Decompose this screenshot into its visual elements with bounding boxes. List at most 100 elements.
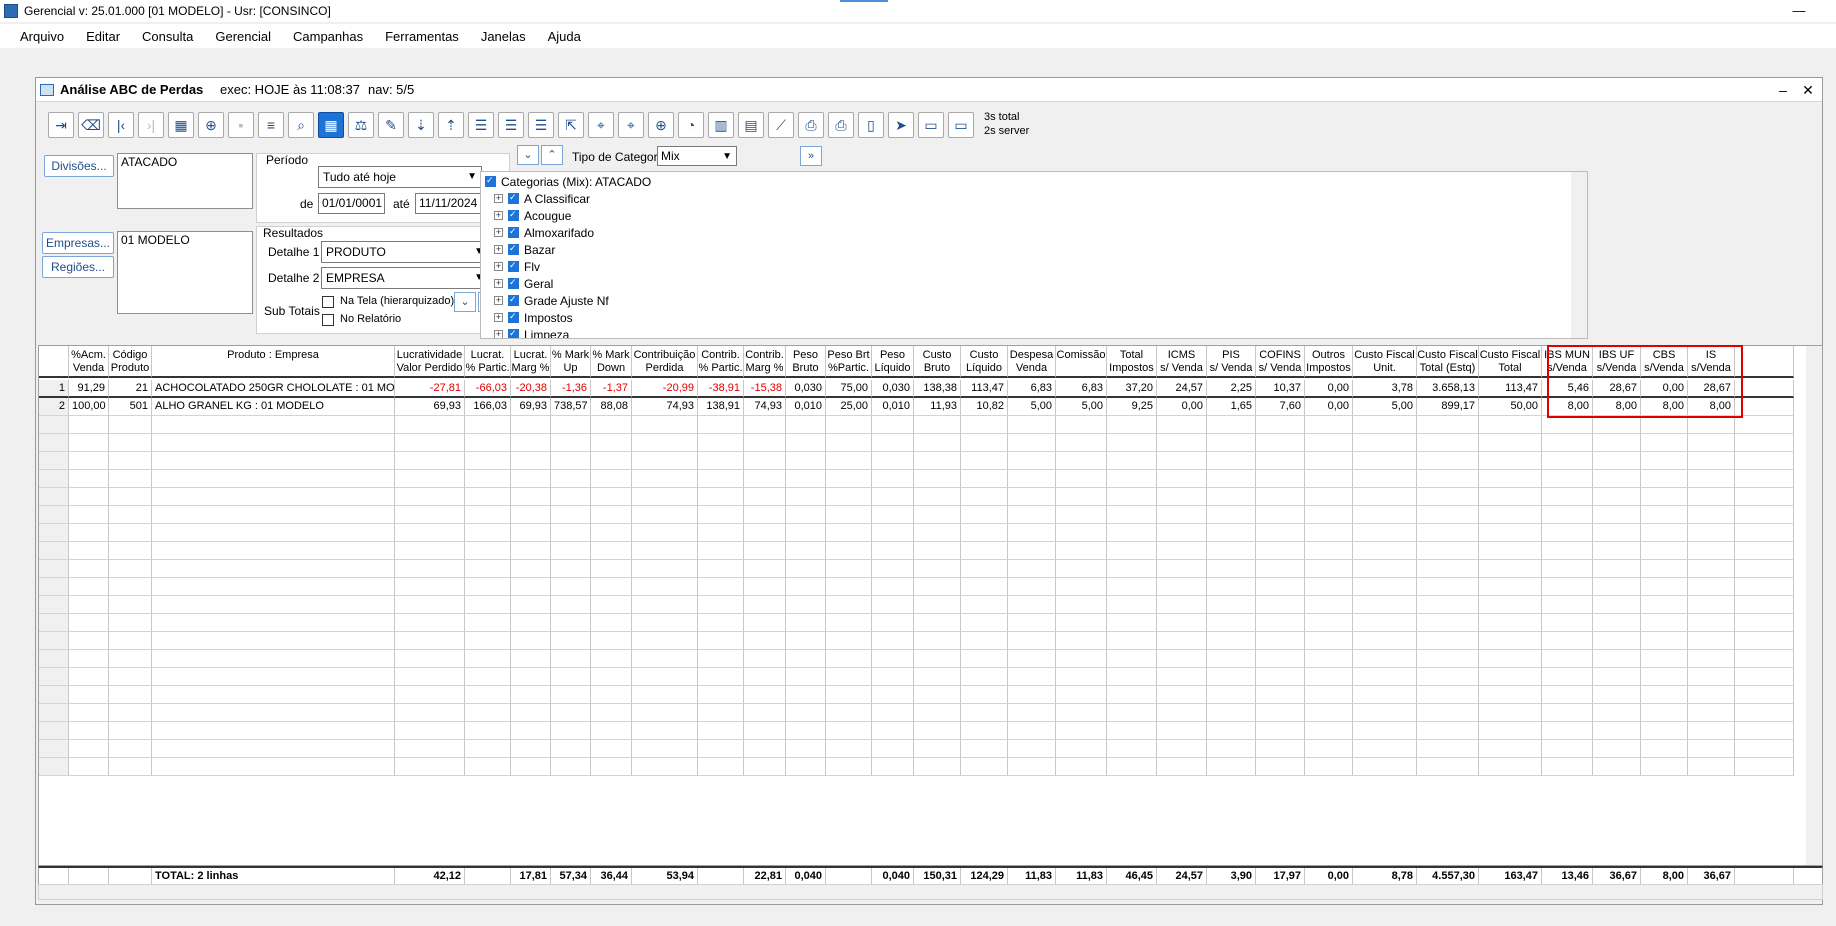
empty-cell[interactable] xyxy=(152,506,395,524)
empty-cell[interactable] xyxy=(1417,542,1479,560)
empty-cell[interactable] xyxy=(1305,524,1353,542)
empty-cell[interactable] xyxy=(632,596,698,614)
empty-cell[interactable] xyxy=(1417,416,1479,434)
empty-cell[interactable] xyxy=(872,740,914,758)
empty-cell[interactable] xyxy=(1305,488,1353,506)
empty-cell[interactable] xyxy=(826,758,872,776)
empty-cell[interactable] xyxy=(632,722,698,740)
table-cell[interactable]: 69,93 xyxy=(395,398,465,416)
empty-cell[interactable] xyxy=(1735,704,1794,722)
empty-cell[interactable] xyxy=(1008,668,1056,686)
empty-cell[interactable] xyxy=(698,470,744,488)
empty-cell[interactable] xyxy=(1256,416,1305,434)
empty-cell[interactable] xyxy=(632,560,698,578)
empty-cell[interactable] xyxy=(1256,650,1305,668)
hbar-chart-icon[interactable]: ▤ xyxy=(738,112,764,138)
empty-cell[interactable] xyxy=(395,668,465,686)
empty-cell[interactable] xyxy=(961,452,1008,470)
empty-cell[interactable] xyxy=(511,596,551,614)
empty-cell[interactable] xyxy=(1593,650,1641,668)
empty-cell[interactable] xyxy=(1593,452,1641,470)
empty-cell[interactable] xyxy=(826,722,872,740)
empty-cell[interactable] xyxy=(511,416,551,434)
empty-cell[interactable] xyxy=(1593,542,1641,560)
search-icon[interactable]: ⌕ xyxy=(288,112,314,138)
empty-cell[interactable] xyxy=(1641,650,1688,668)
empty-cell[interactable] xyxy=(1479,560,1542,578)
table-cell[interactable]: 69,93 xyxy=(511,398,551,416)
empty-cell[interactable] xyxy=(109,506,152,524)
empty-cell[interactable] xyxy=(826,434,872,452)
empty-cell[interactable] xyxy=(826,668,872,686)
checkbox-checked-icon[interactable] xyxy=(485,175,496,187)
empty-cell[interactable] xyxy=(1256,452,1305,470)
column-header[interactable]: COFINS s/ Venda xyxy=(1256,346,1305,378)
empty-cell[interactable] xyxy=(1056,452,1107,470)
empty-cell[interactable] xyxy=(872,668,914,686)
empty-cell[interactable] xyxy=(744,614,786,632)
empty-cell[interactable] xyxy=(39,542,69,560)
empty-cell[interactable] xyxy=(1107,542,1157,560)
empty-cell[interactable] xyxy=(69,560,109,578)
column-header[interactable]: % Mark Down xyxy=(591,346,632,378)
empty-cell[interactable] xyxy=(591,686,632,704)
empty-cell[interactable] xyxy=(395,506,465,524)
empty-cell[interactable] xyxy=(961,650,1008,668)
table-cell[interactable]: 3,78 xyxy=(1353,380,1417,398)
empty-cell[interactable] xyxy=(961,686,1008,704)
empty-cell[interactable] xyxy=(786,416,826,434)
empty-cell[interactable] xyxy=(786,452,826,470)
empty-cell[interactable] xyxy=(511,452,551,470)
empty-cell[interactable] xyxy=(826,560,872,578)
empty-cell[interactable] xyxy=(109,470,152,488)
empty-cell[interactable] xyxy=(872,722,914,740)
tree-item[interactable]: + A Classificar xyxy=(494,190,590,207)
empresas-button[interactable]: Empresas... xyxy=(42,232,114,254)
empty-cell[interactable] xyxy=(395,434,465,452)
empty-cell[interactable] xyxy=(1305,434,1353,452)
empty-cell[interactable] xyxy=(1107,722,1157,740)
column-header[interactable]: Peso Líquido xyxy=(872,346,914,378)
checkbox-checked-icon[interactable] xyxy=(508,311,519,323)
empty-cell[interactable] xyxy=(1593,632,1641,650)
empty-cell[interactable] xyxy=(1207,488,1256,506)
list2-icon[interactable]: ☰ xyxy=(498,112,524,138)
empty-cell[interactable] xyxy=(511,740,551,758)
empty-cell[interactable] xyxy=(1256,758,1305,776)
empty-cell[interactable] xyxy=(1305,704,1353,722)
expand-icon[interactable]: + xyxy=(494,194,503,203)
empty-cell[interactable] xyxy=(632,614,698,632)
divisao-list[interactable]: ATACADO xyxy=(117,153,253,209)
empty-cell[interactable] xyxy=(1256,614,1305,632)
empty-cell[interactable] xyxy=(1688,524,1735,542)
empty-cell[interactable] xyxy=(1207,614,1256,632)
empty-cell[interactable] xyxy=(591,416,632,434)
empty-cell[interactable] xyxy=(109,578,152,596)
column-header[interactable] xyxy=(39,346,69,378)
empty-cell[interactable] xyxy=(1207,722,1256,740)
expand-icon[interactable]: + xyxy=(494,228,503,237)
empty-cell[interactable] xyxy=(632,650,698,668)
empty-cell[interactable] xyxy=(1735,542,1794,560)
empty-cell[interactable] xyxy=(698,416,744,434)
empty-cell[interactable] xyxy=(395,416,465,434)
empty-cell[interactable] xyxy=(1735,506,1794,524)
empty-cell[interactable] xyxy=(1542,470,1593,488)
column-header[interactable]: Peso Brt %Partic. xyxy=(826,346,872,378)
empty-cell[interactable] xyxy=(698,560,744,578)
empty-cell[interactable] xyxy=(551,506,591,524)
empty-cell[interactable] xyxy=(1056,542,1107,560)
empty-cell[interactable] xyxy=(1157,758,1207,776)
empty-cell[interactable] xyxy=(1008,596,1056,614)
table-cell[interactable]: -20,99 xyxy=(632,380,698,398)
empty-cell[interactable] xyxy=(152,758,395,776)
empty-cell[interactable] xyxy=(152,740,395,758)
empty-cell[interactable] xyxy=(872,542,914,560)
table-cell[interactable]: 74,93 xyxy=(744,398,786,416)
empty-cell[interactable] xyxy=(1107,740,1157,758)
table-cell[interactable]: 10,82 xyxy=(961,398,1008,416)
menu-janelas[interactable]: Janelas xyxy=(481,29,526,44)
empty-cell[interactable] xyxy=(1353,524,1417,542)
empty-cell[interactable] xyxy=(786,758,826,776)
empty-cell[interactable] xyxy=(39,596,69,614)
